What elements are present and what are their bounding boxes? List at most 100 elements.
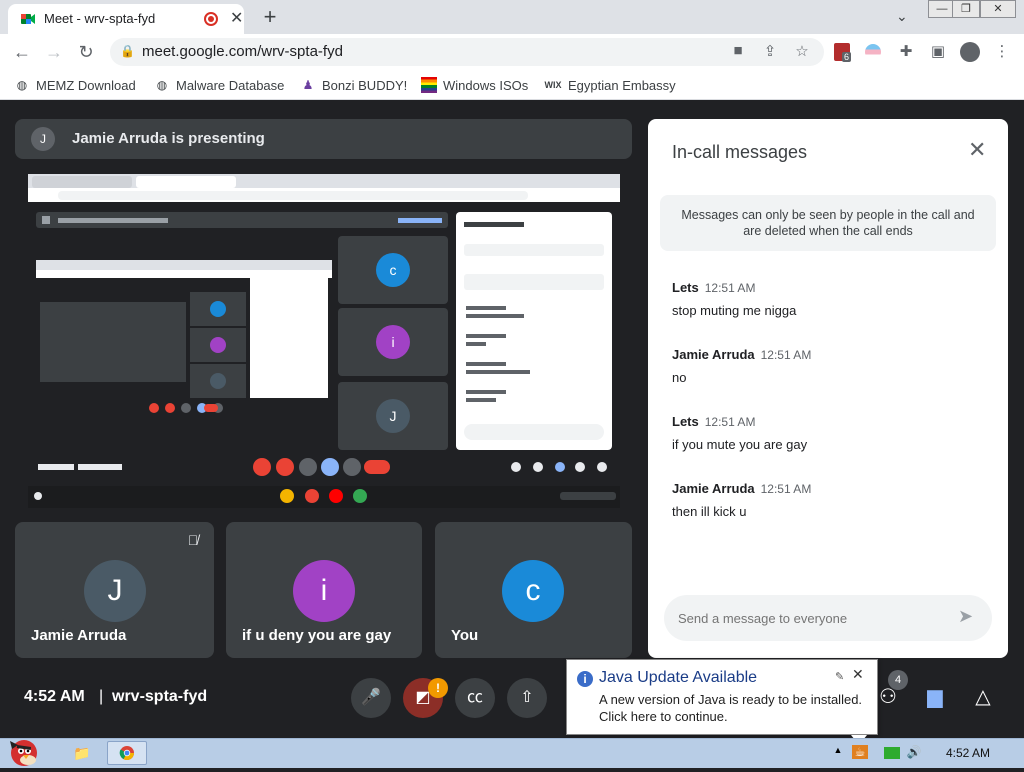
close-icon[interactable]: ✕ bbox=[968, 137, 986, 163]
participant-name: Jamie Arruda bbox=[31, 627, 127, 644]
bookmark-egyptian-embassy[interactable]: WIX Egyptian Embassy bbox=[544, 77, 676, 93]
chrome-icon bbox=[119, 746, 134, 760]
wix-icon: WIX bbox=[544, 80, 562, 90]
message-text: if you mute you are gay bbox=[672, 437, 808, 452]
back-arrow-icon[interactable]: ← bbox=[11, 42, 33, 63]
globe-icon: ◍ bbox=[16, 78, 28, 92]
reload-icon[interactable]: ↻ bbox=[75, 42, 97, 63]
close-icon[interactable]: ✕ bbox=[852, 666, 864, 683]
participant-avatar: c bbox=[502, 560, 564, 622]
java-tray-icon[interactable]: ☕ bbox=[852, 745, 868, 759]
address-bar[interactable]: 🔒 meet.google.com/wrv-spta-fyd bbox=[110, 38, 824, 66]
svg-text:c: c bbox=[390, 262, 397, 278]
pin-icon[interactable]: ✎ bbox=[835, 670, 844, 683]
globe-icon: ◍ bbox=[156, 78, 168, 92]
meeting-code: wrv-spta-fyd bbox=[112, 688, 208, 705]
chat-info-banner: Messages can only be seen by people in t… bbox=[660, 195, 996, 251]
side-panel-icon[interactable]: ▣ bbox=[928, 42, 948, 60]
chat-input-container: ➤ bbox=[664, 595, 992, 641]
star-icon[interactable]: ☆ bbox=[792, 42, 812, 60]
message-time: 12:51 AM bbox=[704, 281, 756, 295]
captions-button[interactable]: ㏄ bbox=[455, 678, 495, 718]
java-popup-line1: A new version of Java is ready to be ins… bbox=[599, 692, 863, 707]
message-time: 12:51 AM bbox=[760, 482, 812, 496]
shared-screen-image: c i J bbox=[28, 174, 620, 508]
java-popup-line2: Click here to continue. bbox=[599, 709, 728, 724]
bonzi-icon: ♟ bbox=[302, 78, 314, 92]
separator: | bbox=[99, 688, 104, 705]
message-sender: Lets bbox=[672, 280, 699, 295]
info-icon: i bbox=[577, 671, 593, 687]
menu-kebab-icon[interactable]: ⋮ bbox=[992, 42, 1012, 60]
start-button-angry-bird-icon[interactable] bbox=[2, 731, 46, 767]
message-sender: Lets bbox=[672, 414, 699, 429]
participant-tile-you[interactable]: c You bbox=[435, 522, 632, 658]
recording-icon bbox=[204, 12, 218, 26]
extensions-puzzle-icon[interactable]: ✚ bbox=[896, 42, 916, 60]
tray-expand-icon[interactable]: ▲ bbox=[830, 745, 846, 755]
extension-badge: 6 bbox=[842, 52, 852, 62]
java-update-notification[interactable]: i Java Update Available A new version of… bbox=[566, 659, 878, 745]
chat-message: Lets 12:51 AM if you mute you are gay bbox=[672, 413, 992, 452]
tab-search-icon[interactable]: ⌄ bbox=[896, 8, 908, 25]
participant-count-badge: 4 bbox=[888, 670, 908, 690]
taskbar-clock: 4:52 AM bbox=[946, 746, 991, 760]
participant-name: if u deny you are gay bbox=[242, 627, 392, 644]
camera-icon[interactable]: ■ bbox=[728, 42, 748, 59]
lock-icon: 🔒 bbox=[120, 44, 135, 58]
tab-meet[interactable]: Meet - wrv-spta-fyd ✕ bbox=[8, 4, 244, 34]
bookmark-malware-database[interactable]: ◍ Malware Database bbox=[154, 77, 285, 93]
bookmark-memz[interactable]: ◍ MEMZ Download bbox=[14, 77, 136, 93]
new-tab-button[interactable]: + bbox=[258, 4, 282, 30]
chat-icon[interactable]: ▆ bbox=[920, 684, 950, 709]
participant-tile-jamie[interactable]: 🎙̸ J Jamie Arruda bbox=[15, 522, 214, 658]
restore-button[interactable]: ❐ bbox=[952, 0, 980, 18]
chat-message-input[interactable] bbox=[678, 607, 948, 629]
message-text: stop muting me nigga bbox=[672, 303, 797, 318]
bookmark-bonzi-buddy[interactable]: ♟ Bonzi BUDDY! bbox=[300, 77, 408, 93]
message-sender: Jamie Arruda bbox=[672, 481, 755, 496]
presenter-avatar: J bbox=[31, 127, 55, 151]
message-text: then ill kick u bbox=[672, 504, 747, 519]
participant-name: You bbox=[451, 627, 479, 644]
chrome-taskbar-button[interactable] bbox=[107, 741, 147, 765]
url-text: meet.google.com/wrv-spta-fyd bbox=[142, 43, 343, 60]
message-time: 12:51 AM bbox=[760, 348, 812, 362]
microphone-button[interactable]: 🎤 bbox=[351, 678, 391, 718]
windows-flag-icon bbox=[421, 77, 437, 93]
mic-off-icon: 🎙̸ bbox=[187, 532, 199, 548]
chat-title: In-call messages bbox=[672, 142, 808, 162]
send-icon[interactable]: ➤ bbox=[958, 606, 973, 627]
message-time: 12:51 AM bbox=[704, 415, 756, 429]
in-call-messages-panel: In-call messages ✕ Messages can only be … bbox=[648, 119, 1008, 658]
windows-taskbar bbox=[0, 738, 1024, 768]
window-close-button[interactable]: ✕ bbox=[980, 0, 1016, 18]
share-icon[interactable]: ⇪ bbox=[760, 42, 780, 60]
message-sender: Jamie Arruda bbox=[672, 347, 755, 362]
volume-icon[interactable]: 🔊 bbox=[906, 745, 922, 759]
forward-arrow-icon[interactable]: → bbox=[43, 42, 65, 63]
java-popup-title: Java Update Available bbox=[599, 669, 758, 686]
network-icon[interactable] bbox=[884, 747, 900, 759]
extension-shield-icon[interactable]: 6 bbox=[834, 43, 852, 62]
presenting-text: Jamie Arruda is presenting bbox=[72, 130, 265, 147]
angry-bird-icon bbox=[10, 740, 37, 766]
explorer-folder-icon[interactable]: 📁 bbox=[62, 741, 102, 765]
meeting-clock: 4:52 AM bbox=[24, 688, 85, 705]
svg-text:J: J bbox=[390, 408, 397, 424]
trans-flag-extension-icon[interactable] bbox=[865, 44, 881, 60]
chat-message: Jamie Arruda 12:51 AM no bbox=[672, 346, 992, 385]
tab-close-icon[interactable]: ✕ bbox=[230, 8, 243, 28]
activities-icon[interactable]: △ bbox=[968, 684, 998, 709]
screen-share-view[interactable]: c i J bbox=[28, 174, 620, 508]
bookmarks-bar: ◍ MEMZ Download ◍ Malware Database ♟ Bon… bbox=[0, 70, 1024, 100]
chat-message: Lets 12:51 AM stop muting me nigga bbox=[672, 279, 992, 318]
present-screen-button[interactable]: ⇧ bbox=[507, 678, 547, 718]
camera-warning-badge: ! bbox=[428, 678, 448, 698]
bookmark-windows-isos[interactable]: Windows ISOs bbox=[421, 77, 528, 93]
participant-tile-if-u-deny[interactable]: i if u deny you are gay bbox=[226, 522, 422, 658]
profile-avatar[interactable] bbox=[960, 42, 980, 62]
svg-text:i: i bbox=[391, 334, 394, 350]
google-meet-icon bbox=[21, 14, 35, 24]
participant-avatar: J bbox=[84, 560, 146, 622]
